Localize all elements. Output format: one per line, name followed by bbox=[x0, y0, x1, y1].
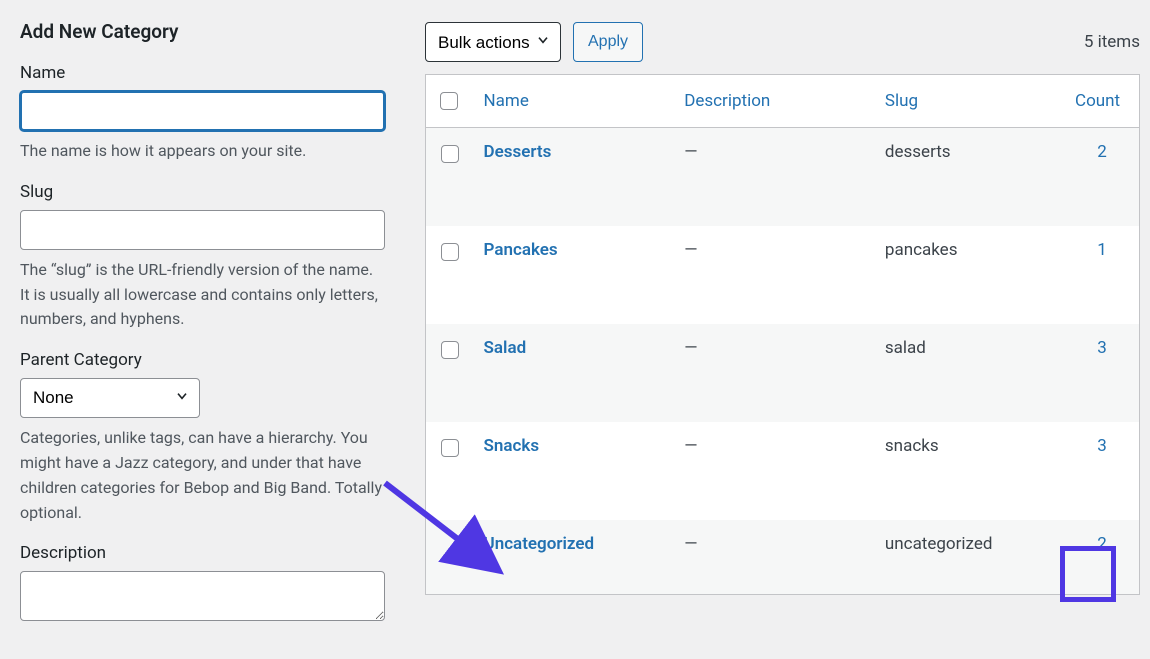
category-description: — bbox=[674, 324, 875, 422]
parent-category-description: Categories, unlike tags, can have a hier… bbox=[20, 426, 385, 525]
apply-button[interactable]: Apply bbox=[573, 22, 643, 62]
column-header-description[interactable]: Description bbox=[684, 91, 770, 111]
parent-category-select[interactable]: None bbox=[20, 378, 200, 418]
table-row: Pancakes —pancakes 1 bbox=[426, 226, 1139, 324]
category-name-link[interactable]: Salad bbox=[484, 338, 527, 358]
column-header-count[interactable]: Count bbox=[1075, 91, 1120, 111]
name-input[interactable] bbox=[20, 91, 385, 131]
category-description: — bbox=[674, 422, 875, 520]
category-slug: salad bbox=[875, 324, 1065, 422]
category-name-link[interactable]: Snacks bbox=[484, 436, 540, 456]
category-name-link[interactable]: Desserts bbox=[484, 142, 552, 162]
column-header-name[interactable]: Name bbox=[484, 91, 529, 111]
slug-input[interactable] bbox=[20, 210, 385, 250]
category-slug: uncategorized bbox=[875, 520, 1065, 594]
table-row: Snacks —snacks 3 bbox=[426, 422, 1139, 520]
table-row: Salad —salad 3 bbox=[426, 324, 1139, 422]
parent-category-label: Parent Category bbox=[20, 350, 385, 370]
category-description: — bbox=[674, 128, 875, 226]
category-count-link[interactable]: 2 bbox=[1097, 142, 1107, 162]
category-list-panel: Bulk actions Apply 5 items Name Descript… bbox=[405, 20, 1140, 643]
category-description: — bbox=[674, 520, 875, 594]
row-checkbox[interactable] bbox=[441, 243, 459, 261]
category-count-link[interactable]: 1 bbox=[1097, 240, 1107, 260]
table-row: Uncategorized —uncategorized 2 bbox=[426, 520, 1139, 594]
select-all-checkbox[interactable] bbox=[440, 92, 458, 110]
category-name-link[interactable]: Uncategorized bbox=[484, 534, 595, 554]
category-slug: pancakes bbox=[875, 226, 1065, 324]
items-count: 5 items bbox=[1084, 32, 1140, 52]
column-header-slug[interactable]: Slug bbox=[885, 91, 918, 111]
description-label: Description bbox=[20, 543, 385, 563]
add-category-form: Add New Category Name The name is how it… bbox=[20, 20, 405, 643]
table-row: Desserts —desserts 2 bbox=[426, 128, 1139, 226]
category-count-link[interactable]: 3 bbox=[1097, 338, 1107, 358]
category-slug: desserts bbox=[875, 128, 1065, 226]
description-input[interactable] bbox=[20, 571, 385, 621]
category-name-link[interactable]: Pancakes bbox=[484, 240, 558, 260]
row-checkbox[interactable] bbox=[441, 341, 459, 359]
categories-table: Name Description Slug Count Desserts—des… bbox=[425, 74, 1140, 595]
category-count-link[interactable]: 2 bbox=[1097, 534, 1107, 554]
form-title: Add New Category bbox=[20, 20, 385, 43]
name-label: Name bbox=[20, 63, 385, 83]
row-checkbox[interactable] bbox=[441, 439, 459, 457]
slug-label: Slug bbox=[20, 182, 385, 202]
name-description: The name is how it appears on your site. bbox=[20, 139, 385, 164]
category-count-link[interactable]: 3 bbox=[1097, 436, 1107, 456]
row-checkbox[interactable] bbox=[441, 145, 459, 163]
category-slug: snacks bbox=[875, 422, 1065, 520]
slug-description: The “slug” is the URL-friendly version o… bbox=[20, 258, 385, 332]
category-description: — bbox=[674, 226, 875, 324]
bulk-actions-select[interactable]: Bulk actions bbox=[425, 22, 561, 62]
